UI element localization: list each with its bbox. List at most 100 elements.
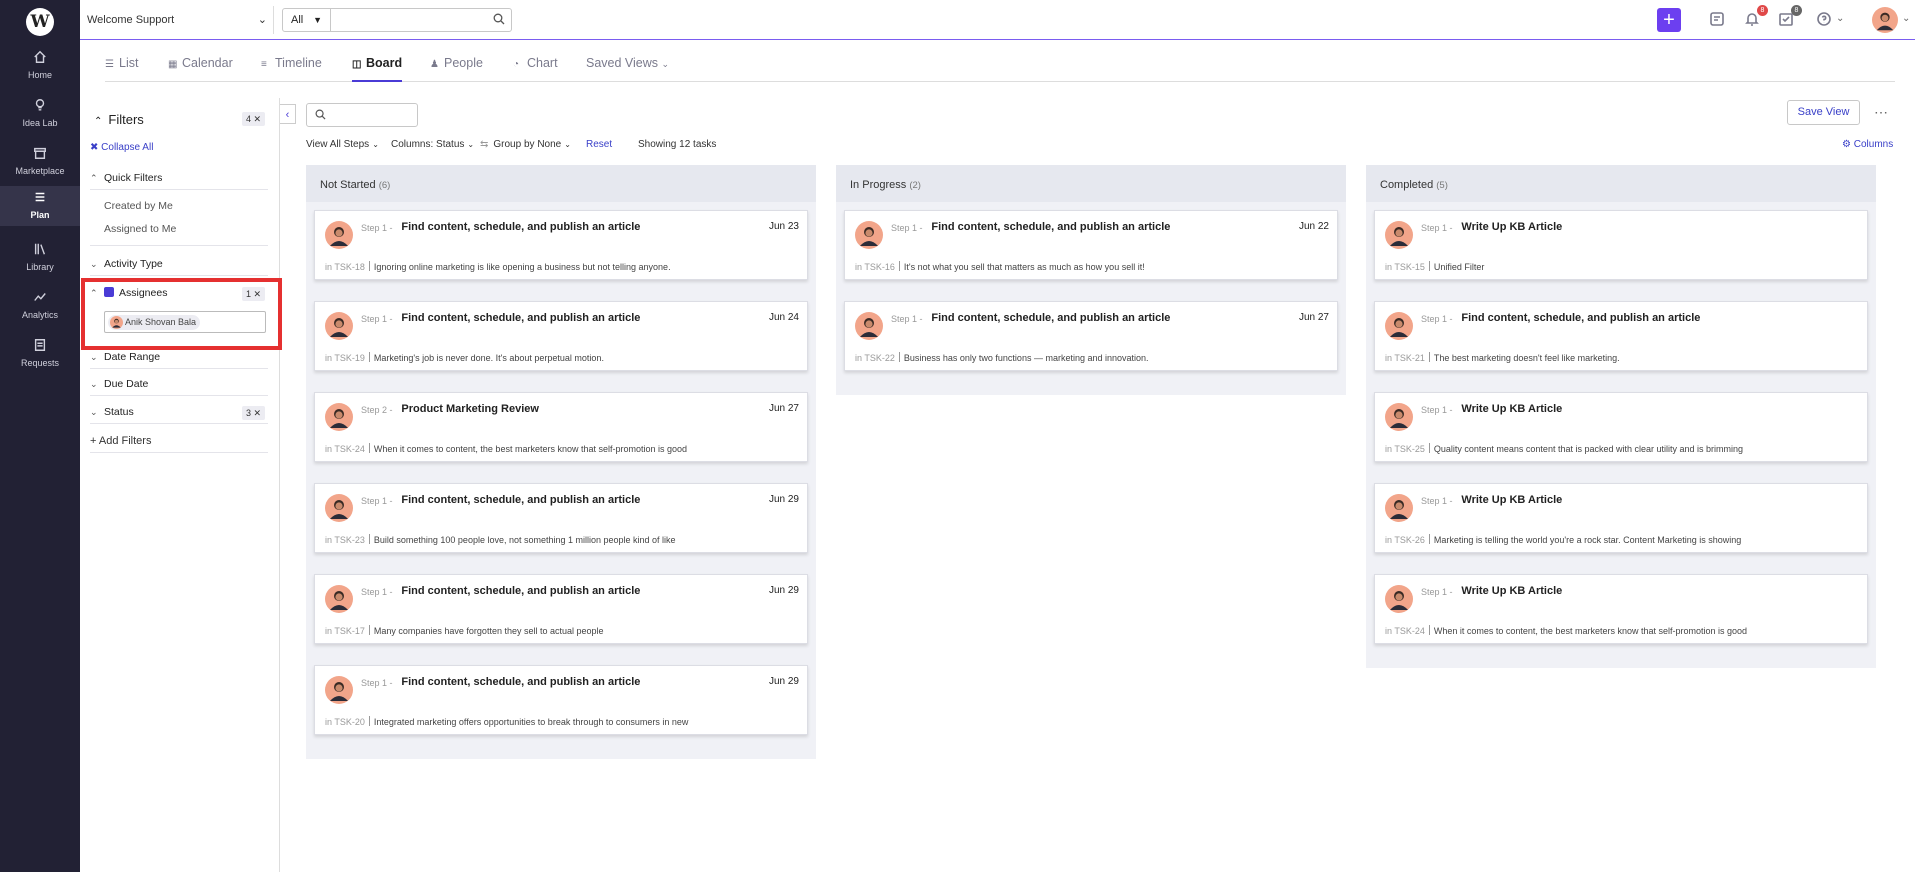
create-button[interactable]: +	[1657, 8, 1681, 32]
filter-created-by-me[interactable]: Created by Me	[104, 200, 173, 212]
filter-date-range[interactable]: ⌄ Date Range	[90, 351, 268, 369]
task-card[interactable]: Step 1 - Write Up KB Article in TSK-24 When…	[1374, 574, 1868, 644]
user-avatar[interactable]	[1872, 7, 1898, 33]
task-card[interactable]: Step 1 - Write Up KB Article in TSK-15 Unif…	[1374, 210, 1868, 280]
add-filters-button[interactable]: + Add Filters	[90, 435, 268, 453]
task-title[interactable]: Find content, schedule, and publish an a…	[401, 494, 640, 506]
filters-count-badge[interactable]: 4 ✕	[242, 112, 266, 126]
task-meta: in TSK-18 Ignoring online marketing is li…	[325, 261, 671, 272]
chevron-down-icon: ⌄	[90, 407, 98, 417]
search-icon[interactable]	[493, 13, 505, 28]
task-title[interactable]: Find content, schedule, and publish an a…	[931, 221, 1170, 233]
tab-chart[interactable]: ◔ Chart	[513, 56, 558, 82]
tasks-badge: 8	[1791, 5, 1802, 16]
filters-title[interactable]: ⌃ Filters	[94, 112, 144, 127]
collapse-all-link[interactable]: ✖︎ Collapse All	[90, 142, 153, 153]
search-scope-select[interactable]: All ▼	[283, 9, 331, 31]
task-card[interactable]: Step 1 - Find content, schedule, and publ…	[844, 210, 1338, 280]
status-count-badge[interactable]: 3 ✕	[242, 406, 266, 420]
group-by-select[interactable]: ⇆ Group by None ⌄	[480, 139, 571, 150]
task-id[interactable]: TSK-24	[334, 444, 365, 454]
nav-item-marketplace[interactable]: Marketplace	[0, 142, 80, 186]
task-card[interactable]: Step 1 - Find content, schedule, and publ…	[314, 301, 808, 371]
divider	[898, 261, 900, 271]
task-card[interactable]: Step 2 - Product Marketing Review Jun 27 in…	[314, 392, 808, 462]
chevron-down-icon[interactable]: ⌄	[1902, 13, 1910, 24]
tab-list[interactable]: ☰ List	[105, 56, 138, 82]
columns-select[interactable]: Columns: Status ⌄	[391, 139, 474, 150]
view-steps-select[interactable]: View All Steps ⌄	[306, 139, 379, 150]
tab-saved-views[interactable]: Saved Views ⌄	[586, 56, 669, 82]
task-card[interactable]: Step 1 - Find content, schedule, and publ…	[1374, 301, 1868, 371]
tab-label: Board	[366, 56, 403, 70]
task-card[interactable]: Step 1 - Find content, schedule, and publ…	[314, 665, 808, 735]
global-search-input[interactable]	[333, 11, 483, 29]
nav-item-idea-lab[interactable]: Idea Lab	[0, 94, 80, 138]
task-title[interactable]: Find content, schedule, and publish an a…	[1461, 312, 1700, 324]
bell-icon[interactable]: 8	[1744, 5, 1768, 29]
nav-item-home[interactable]: Home	[0, 46, 80, 90]
task-title[interactable]: Find content, schedule, and publish an a…	[931, 312, 1170, 324]
messages-icon[interactable]	[1709, 11, 1727, 29]
columns-settings-link[interactable]: ⚙ Columns	[1842, 139, 1893, 150]
tab-board[interactable]: ◫ Board	[352, 56, 403, 82]
task-card[interactable]: Step 1 - Find content, schedule, and publ…	[314, 483, 808, 553]
app-logo[interactable]: W	[26, 8, 54, 36]
filter-quick-filters[interactable]: ⌃ Quick Filters	[90, 172, 268, 190]
task-meta: in TSK-26 Marketing is telling the world …	[1385, 534, 1741, 545]
reset-link[interactable]: Reset	[586, 139, 612, 150]
chevron-down-icon[interactable]: ⌄	[1836, 13, 1844, 24]
task-id[interactable]: TSK-23	[334, 535, 365, 545]
task-id[interactable]: TSK-18	[334, 262, 365, 272]
collapse-filters-button[interactable]: ‹	[280, 104, 296, 124]
task-id[interactable]: TSK-15	[1394, 262, 1425, 272]
board-column: In Progress (2) Step 1 - Find content, sch…	[836, 165, 1346, 395]
nav-item-library[interactable]: Library	[0, 238, 80, 282]
tab-people[interactable]: ♟ People	[430, 56, 483, 82]
save-view-button[interactable]: Save View	[1787, 100, 1860, 125]
task-id[interactable]: TSK-17	[334, 626, 365, 636]
more-options-icon[interactable]: ⋯	[1874, 104, 1889, 121]
task-card[interactable]: Step 1 - Write Up KB Article in TSK-25 Qual…	[1374, 392, 1868, 462]
assignee-chip[interactable]: Anik Shovan Bala	[108, 315, 201, 330]
task-id[interactable]: TSK-20	[334, 717, 365, 727]
assignees-input[interactable]: Anik Shovan Bala	[104, 311, 266, 333]
tab-calendar[interactable]: ▦ Calendar	[168, 56, 233, 82]
task-title[interactable]: Find content, schedule, and publish an a…	[401, 312, 640, 324]
nav-label: Plan	[30, 210, 50, 220]
workspace-select[interactable]: Welcome Support ⌄	[87, 10, 267, 30]
help-icon[interactable]	[1816, 11, 1834, 29]
task-id[interactable]: TSK-21	[1394, 353, 1425, 363]
task-title[interactable]: Write Up KB Article	[1461, 221, 1562, 233]
columns-label: Columns:	[391, 139, 434, 150]
filter-assigned-to-me[interactable]: Assigned to Me	[104, 223, 176, 235]
task-card[interactable]: Step 1 - Find content, schedule, and publ…	[314, 574, 808, 644]
nav-item-plan[interactable]: Plan	[0, 186, 80, 226]
task-id[interactable]: TSK-16	[864, 262, 895, 272]
task-id[interactable]: TSK-26	[1394, 535, 1425, 545]
task-id[interactable]: TSK-24	[1394, 626, 1425, 636]
task-title[interactable]: Find content, schedule, and publish an a…	[401, 585, 640, 597]
task-description: The best marketing doesn't feel like mar…	[1433, 353, 1620, 363]
filter-activity-type[interactable]: ⌄ Activity Type	[90, 258, 268, 276]
task-title[interactable]: Find content, schedule, and publish an a…	[401, 221, 640, 233]
tab-timeline[interactable]: ≡ Timeline	[261, 56, 322, 82]
task-id[interactable]: TSK-19	[334, 353, 365, 363]
task-title[interactable]: Write Up KB Article	[1461, 585, 1562, 597]
task-id[interactable]: TSK-25	[1394, 444, 1425, 454]
nav-item-analytics[interactable]: Analytics	[0, 286, 80, 330]
task-id[interactable]: TSK-22	[864, 353, 895, 363]
chevron-down-icon: ▼	[313, 15, 322, 25]
filter-due-date[interactable]: ⌄ Due Date	[90, 378, 268, 396]
task-title[interactable]: Write Up KB Article	[1461, 494, 1562, 506]
task-meta: in TSK-16 It's not what you sell that mat…	[855, 261, 1145, 272]
task-title[interactable]: Write Up KB Article	[1461, 403, 1562, 415]
task-card[interactable]: Step 1 - Find content, schedule, and publ…	[314, 210, 808, 280]
board-search-input[interactable]	[306, 103, 418, 127]
nav-item-requests[interactable]: Requests	[0, 334, 80, 378]
tasks-icon[interactable]: 8	[1778, 5, 1802, 29]
task-title[interactable]: Product Marketing Review	[401, 403, 539, 415]
task-title[interactable]: Find content, schedule, and publish an a…	[401, 676, 640, 688]
task-card[interactable]: Step 1 - Find content, schedule, and publ…	[844, 301, 1338, 371]
task-card[interactable]: Step 1 - Write Up KB Article in TSK-26 Mark…	[1374, 483, 1868, 553]
